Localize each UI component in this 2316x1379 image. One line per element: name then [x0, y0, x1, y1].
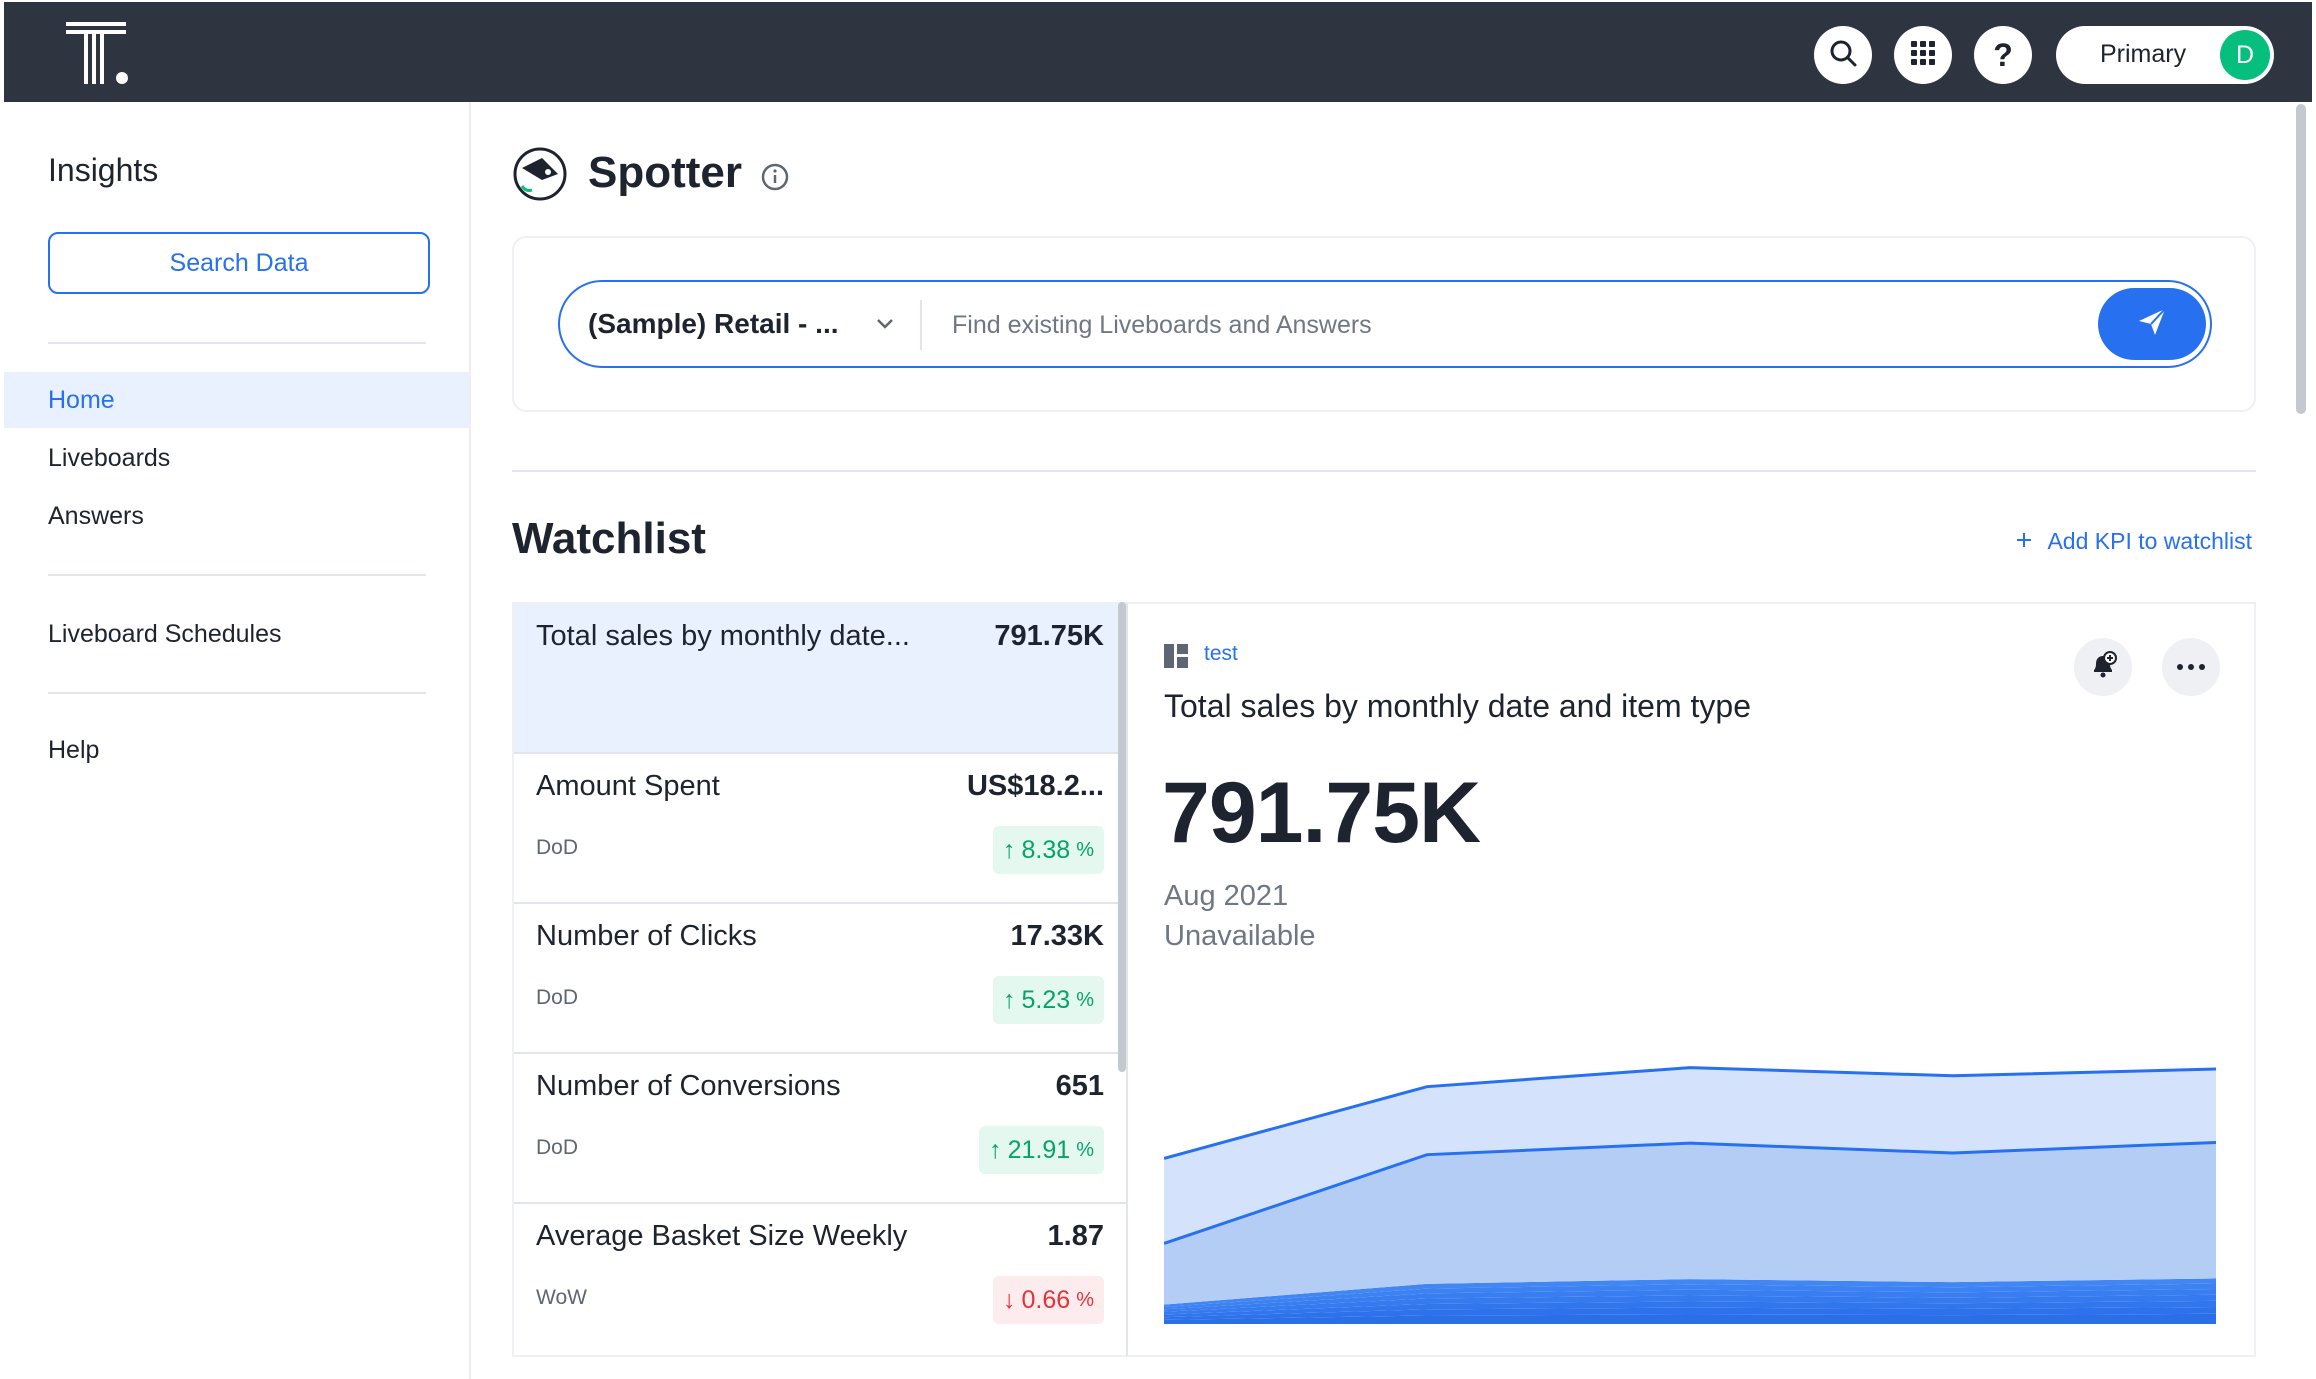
send-button[interactable] [2098, 288, 2206, 360]
kpi-change-value: 21.91 [1007, 1135, 1071, 1164]
watchlist-list: Total sales by monthly date... 791.75K A… [512, 602, 1126, 1357]
kpi-name: Total sales by monthly date... [536, 620, 910, 652]
kpi-period: DoD [536, 1136, 579, 1159]
kpi-change-value: 0.66 [1021, 1285, 1071, 1314]
more-horizontal-icon [2176, 658, 2206, 676]
sidebar-item-answers[interactable]: Answers [4, 488, 469, 544]
chevron-down-icon[interactable] [874, 312, 896, 334]
kpi-value: 17.33K [1010, 920, 1104, 952]
search-divider [920, 300, 922, 350]
sidebar-item-home[interactable]: Home [4, 372, 469, 428]
search-icon [1828, 38, 1858, 73]
help-button[interactable]: ? [1974, 26, 2032, 84]
page-title: Spotter [588, 148, 742, 197]
kpi-change-unit: % [1076, 988, 1094, 1011]
search-button[interactable] [1814, 26, 1872, 84]
watchlist-scrollbar[interactable] [1118, 602, 1126, 1072]
watchlist-item[interactable]: Amount Spent US$18.2... DoD ↑ 8.38 % [514, 754, 1126, 904]
sidebar-divider [48, 574, 426, 576]
kpi-change-badge: ↑ 8.38 % [993, 826, 1104, 874]
apps-grid-icon [1909, 39, 1937, 72]
arrow-up-icon: ↑ [1003, 835, 1016, 864]
org-label: Primary [2100, 40, 2187, 68]
watchlist-item[interactable]: Number of Conversions 651 DoD ↑ 21.91 % [514, 1054, 1126, 1204]
liveboard-icon [1164, 644, 1188, 668]
kpi-change-badge: ↑ 5.23 % [993, 976, 1104, 1024]
kpi-period: DoD [536, 986, 579, 1009]
kpi-change-unit: % [1076, 838, 1094, 861]
kpi-change-badge: ↑ 21.91 % [979, 1126, 1104, 1174]
kpi-value: 1.87 [1047, 1220, 1104, 1252]
kpi-change-unit: % [1076, 1288, 1094, 1311]
arrow-up-icon: ↑ [1003, 985, 1016, 1014]
spotter-search-card: (Sample) Retail - ... [512, 236, 2256, 412]
kpi-name: Average Basket Size Weekly [536, 1220, 908, 1252]
search-data-button[interactable]: Search Data [48, 232, 430, 294]
spotter-search-bar: (Sample) Retail - ... [558, 280, 2212, 368]
kpi-change-status: Unavailable [1164, 920, 1316, 952]
avatar[interactable]: D [2220, 30, 2270, 80]
kpi-date: Aug 2021 [1164, 880, 1289, 912]
top-nav-bar: ? Primary D [4, 2, 2312, 102]
arrow-up-icon: ↑ [989, 1135, 1002, 1164]
arrow-down-icon: ↓ [1003, 1285, 1016, 1314]
sidebar: Insights Search Data Home Liveboards Ans… [4, 102, 471, 1379]
kpi-value: 791.75K [994, 620, 1104, 652]
info-icon[interactable] [760, 162, 790, 192]
add-kpi-label: Add KPI to watchlist [2047, 528, 2252, 554]
add-kpi-button[interactable]: Add KPI to watchlist [2015, 528, 2252, 555]
kpi-name: Number of Clicks [536, 920, 757, 952]
app-logo[interactable] [66, 22, 136, 88]
kpi-change-badge: ↓ 0.66 % [993, 1276, 1104, 1324]
kpi-name: Number of Conversions [536, 1070, 841, 1102]
kpi-period: DoD [536, 836, 579, 859]
datasource-selector[interactable]: (Sample) Retail - ... [588, 308, 839, 340]
kpi-value: US$18.2... [966, 770, 1104, 802]
watchlist-title: Watchlist [512, 514, 706, 563]
watchlist-item[interactable]: Average Basket Size Weekly 1.87 WoW ↓ 0.… [514, 1204, 1126, 1354]
add-alert-button[interactable] [2074, 638, 2132, 696]
kpi-value: 651 [1055, 1070, 1104, 1102]
spotter-icon [512, 146, 568, 202]
sidebar-item-liveboards[interactable]: Liveboards [4, 430, 469, 486]
kpi-period: WoW [536, 1286, 587, 1309]
send-icon [2135, 305, 2169, 344]
kpi-detail-card: test Total sales by monthly date and ite… [1126, 602, 2256, 1357]
sidebar-item-help[interactable]: Help [4, 722, 469, 778]
sidebar-title: Insights [48, 152, 159, 188]
source-liveboard-link[interactable]: test [1204, 642, 1238, 666]
kpi-change-value: 8.38 [1021, 835, 1071, 864]
kpi-title: Total sales by monthly date and item typ… [1164, 688, 1751, 724]
watchlist-item[interactable]: Number of Clicks 17.33K DoD ↑ 5.23 % [514, 904, 1126, 1054]
sidebar-divider [48, 342, 426, 344]
help-icon: ? [1993, 36, 2013, 73]
search-input[interactable] [950, 306, 1954, 344]
kpi-sparkline-chart [1164, 1066, 2217, 1324]
kpi-value-large: 791.75K [1162, 765, 1481, 861]
page-scrollbar[interactable] [2296, 104, 2306, 414]
sidebar-item-liveboard-schedules[interactable]: Liveboard Schedules [4, 606, 469, 662]
section-divider [512, 470, 2256, 472]
kpi-change-value: 5.23 [1021, 985, 1071, 1014]
watchlist-item[interactable]: Total sales by monthly date... 791.75K [514, 604, 1126, 754]
org-switcher[interactable]: Primary D [2056, 26, 2274, 84]
bell-plus-icon [2088, 650, 2118, 685]
more-options-button[interactable] [2162, 638, 2220, 696]
sidebar-divider [48, 692, 426, 694]
kpi-change-unit: % [1076, 1138, 1094, 1161]
apps-button[interactable] [1894, 26, 1952, 84]
kpi-name: Amount Spent [536, 770, 720, 802]
plus-icon [2015, 528, 2033, 555]
